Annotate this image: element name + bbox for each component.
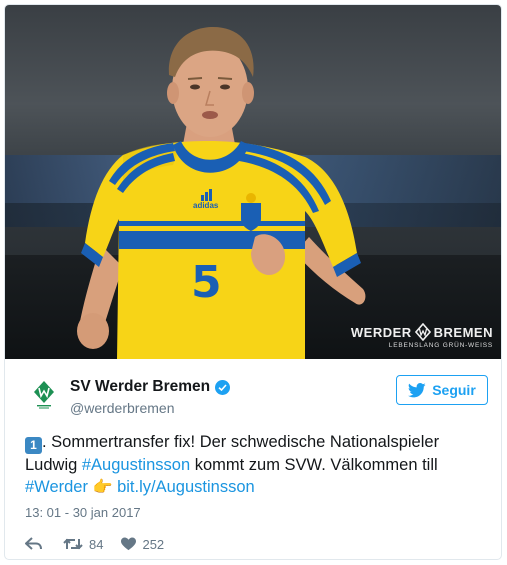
heart-icon	[121, 537, 137, 551]
account-name[interactable]: SV Werder Bremen	[70, 378, 210, 396]
jersey-number: 5	[191, 257, 222, 308]
retweet-icon	[63, 538, 83, 550]
tweet-card: 5 adidas WERDER BREMEN LEBENSLANG GRÜN-W…	[4, 4, 502, 560]
werder-watermark: WERDER BREMEN LEBENSLANG GRÜN-WEISS	[351, 323, 493, 349]
tweet-actions: 84 252	[25, 533, 164, 555]
player-illustration	[77, 27, 366, 359]
watermark-title-left: WERDER	[350, 324, 412, 340]
hashtag-augustinsson[interactable]: #Augustinsson	[82, 456, 190, 474]
tweet-link[interactable]: bit.ly/Augustinsson	[117, 478, 255, 496]
reply-button[interactable]	[25, 537, 43, 551]
retweet-button[interactable]: 84	[63, 537, 103, 552]
reply-icon	[25, 537, 42, 550]
tweet-text: 1. Sommertransfer fix! Der schwedische N…	[25, 431, 465, 499]
hashtag-werder[interactable]: #Werder	[25, 478, 88, 496]
like-count: 252	[142, 536, 165, 552]
retweet-count: 84	[89, 536, 104, 552]
twitter-bird-icon	[408, 382, 426, 397]
follow-label: Seguir	[432, 382, 476, 398]
tweet-timestamp[interactable]: 13: 01 - 30 jan 2017	[25, 505, 141, 520]
account-name-row[interactable]: SV Werder Bremen	[70, 378, 231, 396]
verified-badge-icon	[215, 379, 231, 395]
tweet-text-part-2: kommt zum SVW. Välkommen till	[190, 456, 438, 474]
follow-button[interactable]: Seguir	[396, 375, 488, 405]
pointing-right-icon: 👉	[92, 479, 113, 496]
tweet-header: SV Werder Bremen @werderbremen Seguir	[25, 372, 488, 420]
tweet-photo[interactable]: 5 adidas WERDER BREMEN LEBENSLANG GRÜN-W…	[5, 5, 501, 359]
avatar[interactable]	[25, 376, 63, 414]
like-button[interactable]: 252	[121, 537, 164, 552]
werder-logo-icon	[34, 381, 54, 409]
watermark-title-right: BREMEN	[433, 324, 493, 340]
keycap-one-icon: 1	[25, 437, 42, 454]
watermark-subtitle: LEBENSLANG GRÜN-WEISS	[388, 342, 493, 349]
account-handle[interactable]: @werderbremen	[70, 400, 174, 416]
werder-rhombus-icon	[414, 323, 431, 341]
jersey-brand: adidas	[193, 201, 219, 210]
